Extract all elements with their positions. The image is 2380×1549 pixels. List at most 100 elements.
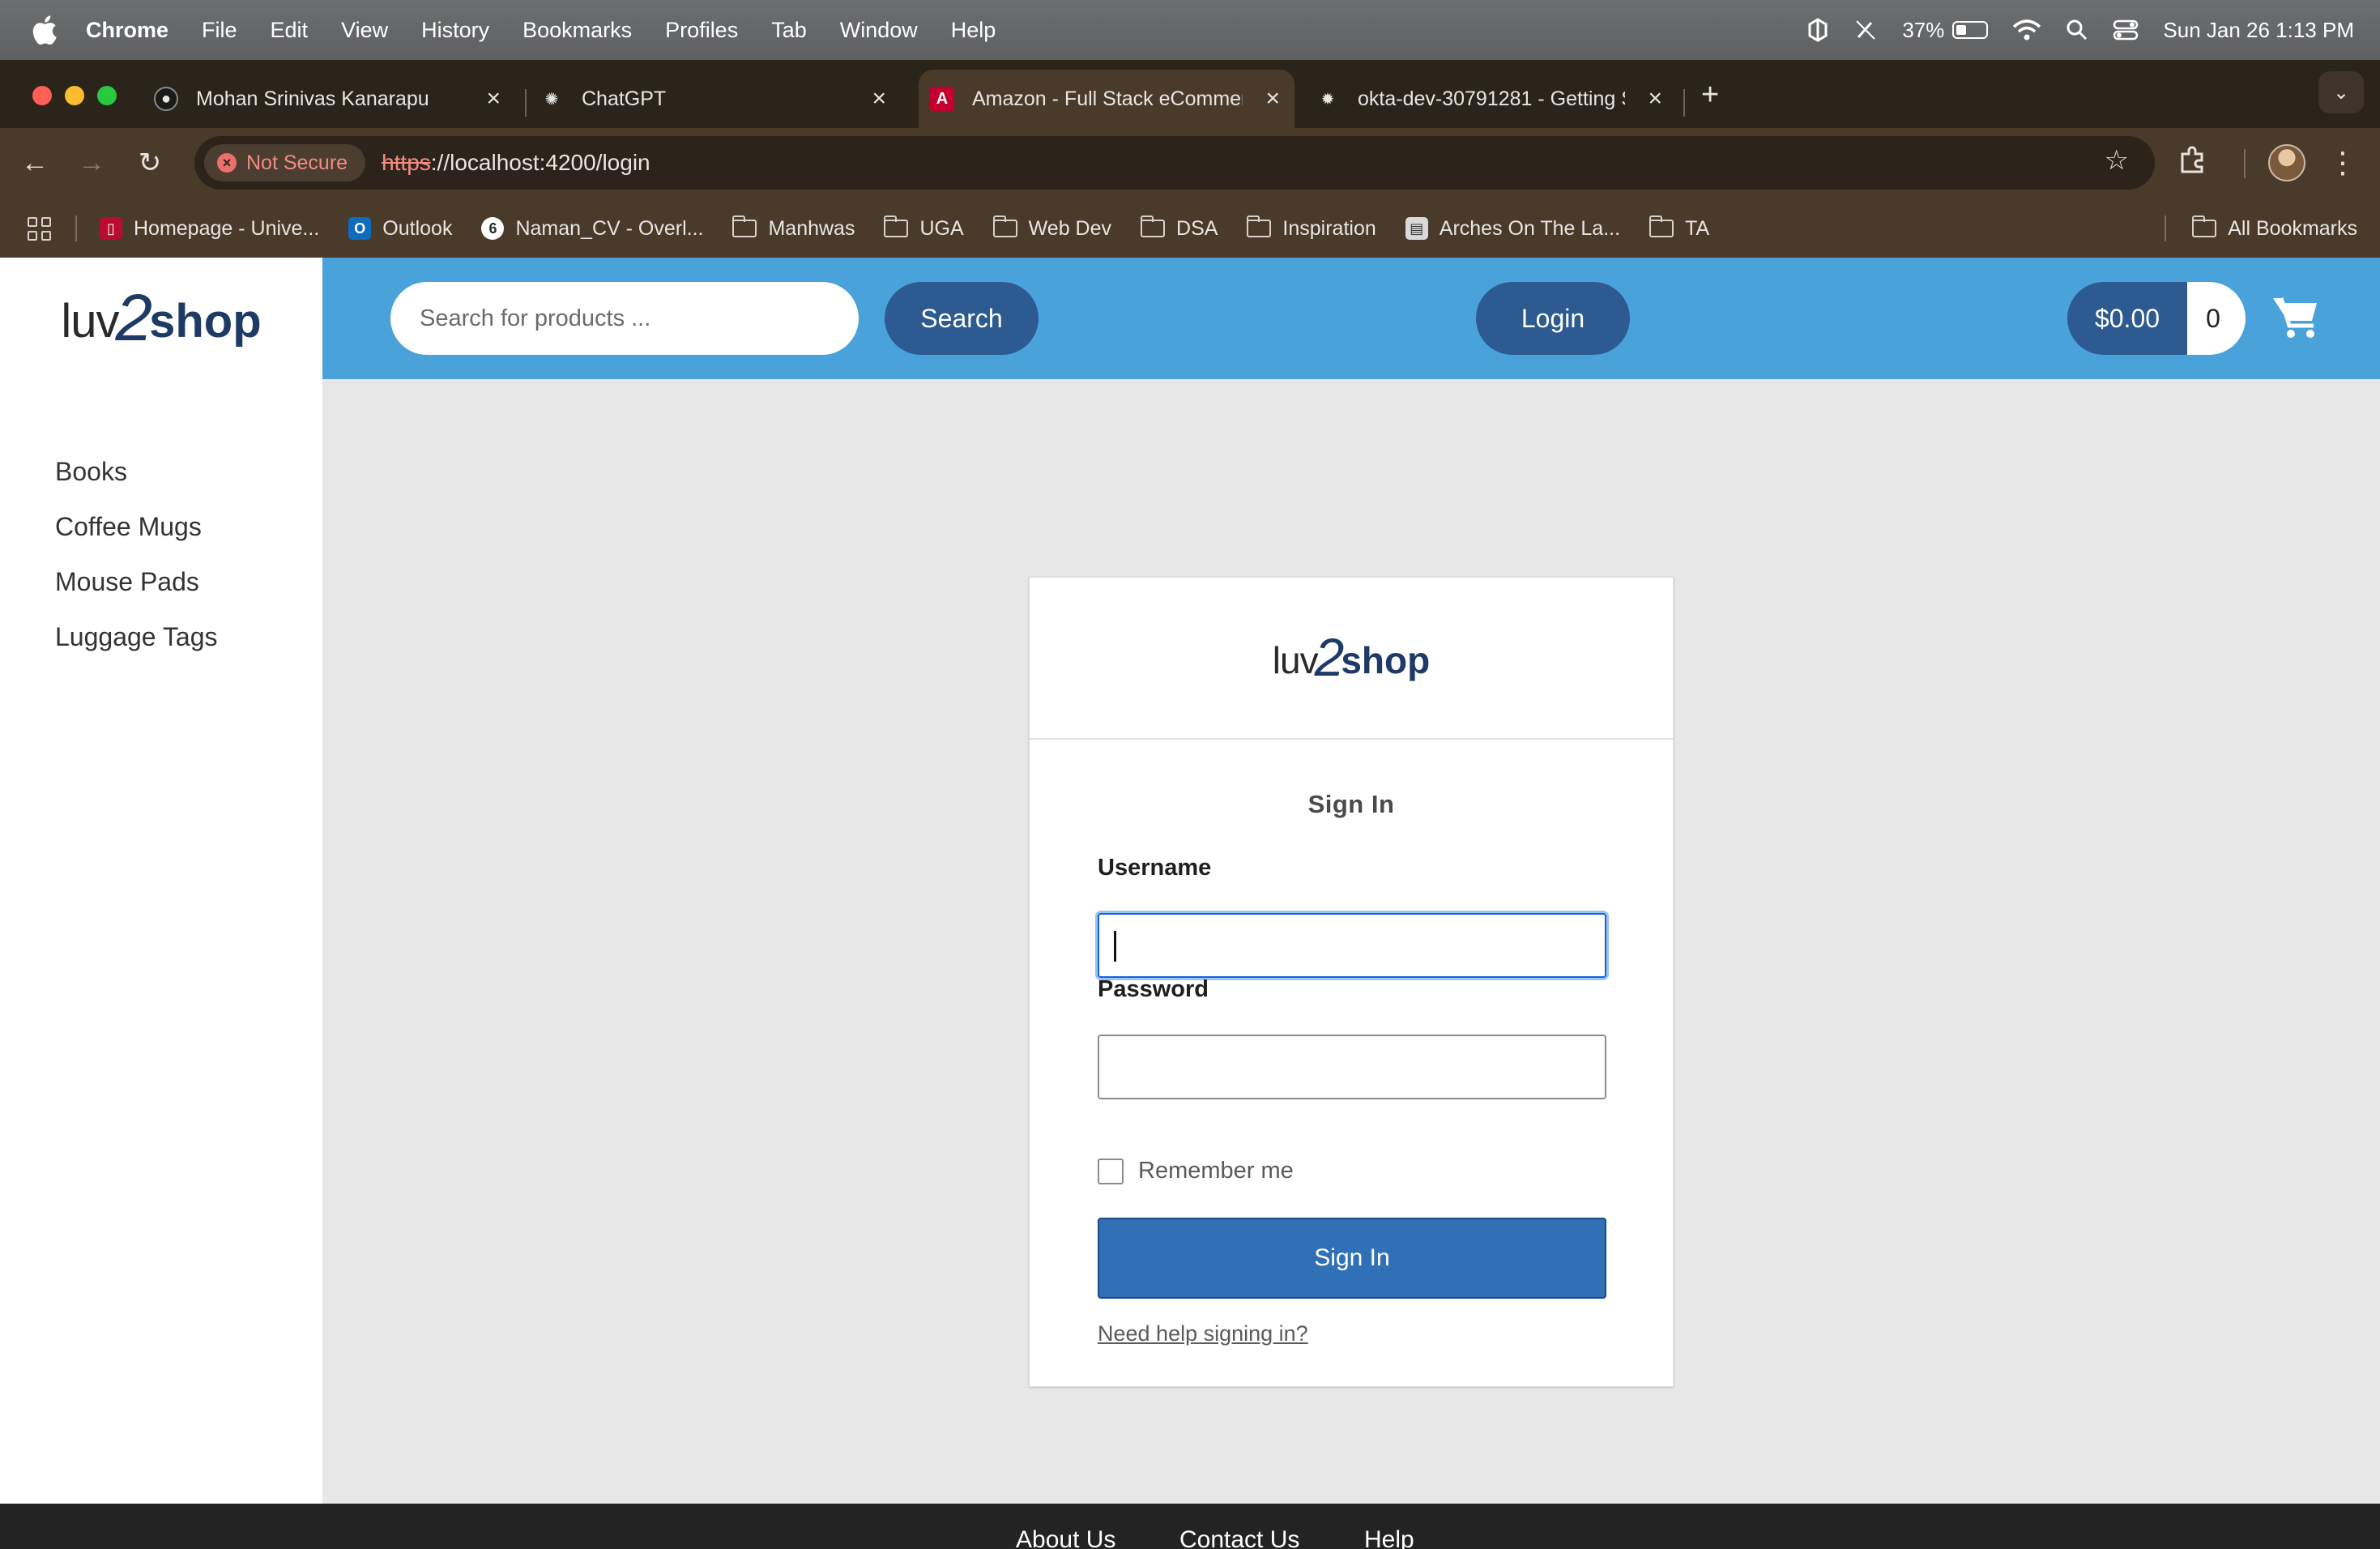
tab-title: Amazon - Full Stack eCommerce: [972, 87, 1243, 110]
category-books[interactable]: Books: [55, 444, 217, 499]
apps-grid-icon[interactable]: [28, 216, 51, 241]
logo-shop: shop: [149, 294, 262, 348]
help-signing-in-link[interactable]: Need help signing in?: [1098, 1321, 1308, 1346]
battery-percent: 37%: [1902, 17, 1945, 42]
bookmark-folder-uga[interactable]: UGA: [884, 215, 964, 241]
product-search-input[interactable]: [390, 282, 859, 355]
close-tab-icon[interactable]: ×: [1648, 84, 1662, 113]
tab-search-chevron-icon[interactable]: ⌄: [2318, 71, 2364, 113]
site-logo-link[interactable]: luv 2 shop: [0, 258, 322, 379]
window-minimize-icon[interactable]: [65, 86, 84, 105]
sign-in-button[interactable]: Sign In: [1098, 1218, 1606, 1299]
menu-profiles[interactable]: Profiles: [665, 18, 738, 43]
address-bar[interactable]: × Not Secure https://localhost:4200/logi…: [194, 136, 2155, 190]
tab-title: ChatGPT: [582, 87, 667, 110]
bookmark-homepage[interactable]: ▯ Homepage - Unive...: [100, 217, 319, 241]
menu-help[interactable]: Help: [951, 18, 996, 43]
logo-luv: luv: [1272, 638, 1319, 681]
control-center-icon[interactable]: [2113, 19, 2139, 41]
menu-edit[interactable]: Edit: [271, 18, 309, 43]
tab-github-profile[interactable]: ● Mohan Srinivas Kanarapu ×: [154, 70, 515, 128]
bookmarks-divider: [75, 215, 77, 241]
bookmark-folder-inspiration[interactable]: Inspiration: [1247, 215, 1376, 241]
bookmark-folder-web-dev[interactable]: Web Dev: [992, 215, 1111, 241]
category-menu: Books Coffee Mugs Mouse Pads Luggage Tag…: [55, 444, 217, 664]
reload-icon[interactable]: ↻: [131, 144, 168, 181]
tab-amazon-fullstack[interactable]: A Amazon - Full Stack eCommerce ×: [919, 70, 1294, 128]
category-coffee-mugs[interactable]: Coffee Mugs: [55, 499, 217, 554]
username-input[interactable]: [1098, 913, 1606, 978]
tab-chatgpt[interactable]: ✺ ChatGPT ×: [540, 70, 901, 128]
bookmarks-bar: ▯ Homepage - Unive... O Outlook 6 Naman_…: [0, 199, 2380, 258]
menu-bookmarks[interactable]: Bookmarks: [522, 18, 632, 43]
bookmark-folder-manhwas[interactable]: Manhwas: [732, 215, 855, 241]
url-path: ://localhost:4200/login: [430, 150, 650, 175]
category-mouse-pads[interactable]: Mouse Pads: [55, 554, 217, 609]
tab-okta-dev[interactable]: ✹ okta-dev-30791281 - Getting Started ×: [1316, 70, 1677, 128]
password-input[interactable]: [1098, 1035, 1606, 1099]
toolbar-divider: [2244, 149, 2246, 178]
extension-status-icon[interactable]: [1806, 18, 1829, 42]
bookmark-folder-dsa[interactable]: DSA: [1141, 215, 1218, 241]
category-luggage-tags[interactable]: Luggage Tags: [55, 609, 217, 664]
not-secure-chip[interactable]: × Not Secure: [204, 144, 366, 181]
browser-toolbar: ← → ↻ × Not Secure https://localhost:420…: [0, 128, 2380, 199]
category-sidebar: luv 2 shop Books Coffee Mugs Mouse Pads Lu…: [0, 258, 322, 1505]
extensions-puzzle-icon[interactable]: [2177, 146, 2207, 175]
remember-me-checkbox[interactable]: [1098, 1158, 1124, 1184]
apple-icon[interactable]: [29, 14, 58, 46]
bookmark-label: TA: [1685, 216, 1710, 240]
all-bookmarks-label: All Bookmarks: [2228, 216, 2357, 240]
luv2shop-logo: luv 2 shop: [61, 281, 262, 356]
search-button[interactable]: Search: [885, 282, 1039, 355]
logo-two: 2: [115, 281, 153, 356]
window-zoom-icon[interactable]: [97, 86, 117, 105]
menu-file[interactable]: File: [202, 18, 237, 43]
remember-me-option[interactable]: Remember me: [1098, 1158, 1294, 1184]
cart-status[interactable]: $0.00 0: [2067, 282, 2246, 355]
menu-tab[interactable]: Tab: [771, 18, 807, 43]
angular-icon: A: [930, 87, 954, 111]
footer-help-link[interactable]: Help: [1364, 1526, 1414, 1549]
menu-view[interactable]: View: [341, 18, 388, 43]
url-text[interactable]: https://localhost:4200/login: [382, 150, 650, 176]
logo-luv: luv: [61, 294, 119, 348]
warning-x-icon: ×: [217, 153, 237, 173]
more-menu-icon[interactable]: ⋮: [2328, 146, 2357, 180]
folder-icon: [992, 215, 1017, 237]
page-icon: ▤: [1405, 217, 1428, 240]
bookmark-star-icon[interactable]: ☆: [2105, 144, 2129, 177]
luv2shop-logo: luv 2 shop: [1272, 630, 1430, 684]
close-tab-icon[interactable]: ×: [1265, 84, 1280, 113]
macos-menu-bar: Chrome File Edit View History Bookmarks …: [0, 0, 2380, 60]
shopping-cart-icon[interactable]: [2271, 292, 2320, 340]
bookmark-label: Inspiration: [1282, 216, 1376, 240]
bookmark-arches[interactable]: ▤ Arches On The La...: [1405, 217, 1620, 241]
close-tab-icon[interactable]: ×: [872, 84, 886, 113]
pen-off-icon[interactable]: [1853, 18, 1878, 42]
menu-window[interactable]: Window: [840, 18, 918, 43]
new-tab-plus-icon[interactable]: +: [1701, 78, 1719, 113]
profile-avatar[interactable]: [2268, 144, 2305, 181]
bookmark-label: Naman_CV - Overl...: [515, 216, 704, 240]
footer-contact-us-link[interactable]: Contact Us: [1179, 1526, 1299, 1549]
forward-arrow-icon[interactable]: →: [73, 144, 110, 181]
menu-history[interactable]: History: [421, 18, 489, 43]
wifi-icon[interactable]: [2012, 19, 2041, 41]
battery-indicator[interactable]: 37%: [1902, 17, 1989, 43]
bookmark-folder-ta[interactable]: TA: [1649, 215, 1710, 241]
menu-chrome[interactable]: Chrome: [86, 18, 168, 43]
bookmarks-divider: [2165, 215, 2167, 241]
login-button[interactable]: Login: [1476, 282, 1630, 355]
window-close-icon[interactable]: [32, 86, 52, 105]
bookmark-label: Arches On The La...: [1439, 216, 1621, 240]
all-bookmarks-button[interactable]: All Bookmarks: [2165, 199, 2357, 258]
bookmark-naman-cv[interactable]: 6 Naman_CV - Overl...: [481, 217, 703, 241]
spotlight-search-icon[interactable]: [2066, 19, 2088, 41]
close-tab-icon[interactable]: ×: [486, 84, 501, 113]
footer-about-us-link[interactable]: About Us: [1016, 1526, 1115, 1549]
menubar-clock[interactable]: Sun Jan 26 1:13 PM: [2163, 18, 2354, 43]
back-arrow-icon[interactable]: ←: [16, 144, 53, 181]
bookmark-label: Manhwas: [768, 216, 855, 240]
bookmark-outlook[interactable]: O Outlook: [348, 217, 452, 241]
